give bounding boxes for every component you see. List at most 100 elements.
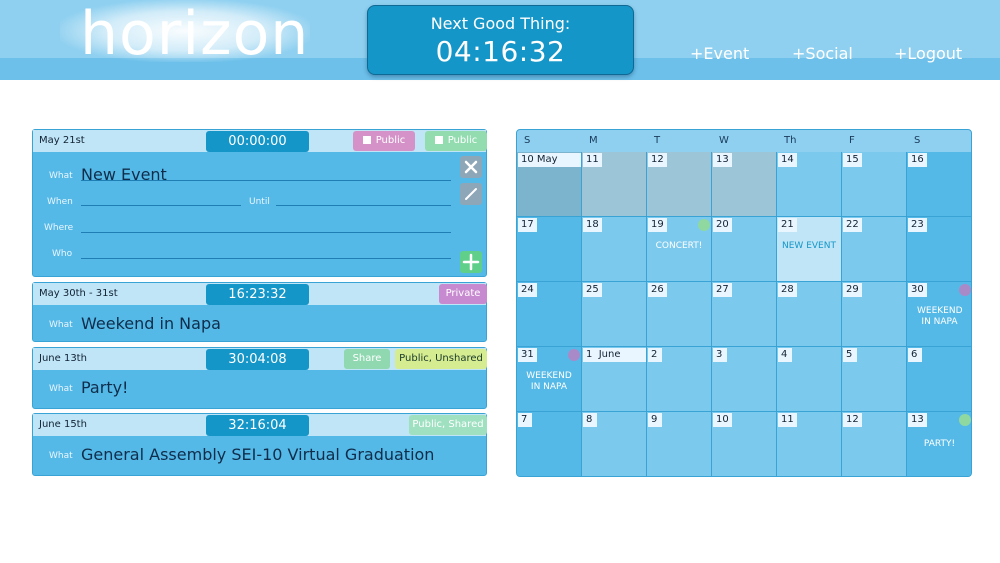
calendar-day[interactable]: 23 — [907, 217, 971, 282]
app-logo: horizon — [80, 0, 310, 56]
where-input[interactable] — [81, 232, 451, 233]
calendar-day[interactable]: 13 — [712, 152, 777, 217]
close-icon[interactable] — [460, 156, 482, 178]
calendar-day[interactable]: 1 June — [582, 347, 647, 412]
calendar-day[interactable]: 11 — [777, 412, 842, 476]
calendar-day[interactable]: 6 — [907, 347, 971, 412]
event-card[interactable]: June 13th 30:04:08 Share Public, Unshare… — [32, 347, 487, 409]
who-input[interactable] — [81, 258, 451, 259]
event-date: June 13th — [39, 353, 87, 364]
calendar-day[interactable]: 12 — [842, 412, 907, 476]
calendar-event[interactable]: CONCERT! — [647, 241, 711, 252]
calendar-day[interactable]: 12 — [647, 152, 712, 217]
day-number: 26 — [648, 283, 667, 297]
checkbox-icon[interactable] — [434, 136, 443, 144]
calendar-day[interactable]: 29 — [842, 282, 907, 347]
private-tag[interactable]: Private — [439, 284, 487, 304]
day-number: 17 — [518, 218, 537, 232]
day-number: 12 — [843, 413, 862, 427]
calendar-day-selected[interactable]: 21 NEW EVENT — [777, 217, 842, 282]
calendar-day[interactable]: 28 — [777, 282, 842, 347]
calendar-day[interactable]: 20 — [712, 217, 777, 282]
app-header: horizon Next Good Thing: 04:16:32 +Event… — [0, 0, 1000, 80]
day-number: 27 — [713, 283, 732, 297]
calendar-event[interactable]: NEW EVENT — [777, 241, 841, 252]
visibility-tag[interactable]: Public, Shared — [409, 415, 487, 435]
nav-add-social[interactable]: +Social — [792, 44, 853, 63]
day-number: 22 — [843, 218, 862, 232]
event-dot-icon — [959, 284, 971, 296]
calendar-day[interactable]: 30 WEEKEND IN NAPA — [907, 282, 971, 347]
calendar-day[interactable]: 16 — [907, 152, 971, 217]
day-number: 10 May — [518, 153, 581, 167]
calendar-day[interactable]: 13 PARTY! — [907, 412, 971, 476]
until-label: Until — [249, 197, 270, 207]
calendar-day[interactable]: 18 — [582, 217, 647, 282]
calendar-day[interactable]: 2 — [647, 347, 712, 412]
calendar-day[interactable]: 5 — [842, 347, 907, 412]
public-toggle-1[interactable]: Public — [353, 131, 415, 151]
public-toggle-2[interactable]: Public — [425, 131, 487, 151]
calendar-day[interactable]: 3 — [712, 347, 777, 412]
calendar-day[interactable]: 8 — [582, 412, 647, 476]
event-card[interactable]: June 15th 32:16:04 Public, Shared What G… — [32, 413, 487, 476]
day-number: 23 — [908, 218, 927, 232]
dow-sat: S — [907, 130, 971, 152]
checkbox-icon[interactable] — [362, 136, 371, 144]
visibility-tag[interactable]: Public, Unshared — [395, 349, 487, 369]
event-title: Party! — [81, 378, 129, 397]
dow-wed: W — [712, 130, 777, 152]
event-countdown: 00:00:00 — [206, 131, 309, 152]
share-button[interactable]: Share — [344, 349, 390, 369]
event-dot-icon — [959, 414, 971, 426]
day-number: 7 — [518, 413, 532, 427]
plus-icon[interactable] — [460, 251, 482, 273]
next-good-thing-countdown: 04:16:32 — [435, 35, 566, 68]
calendar-event[interactable]: PARTY! — [907, 439, 971, 450]
day-number: 6 — [908, 348, 922, 362]
what-label: What — [49, 451, 73, 461]
calendar-day[interactable]: 22 — [842, 217, 907, 282]
nav-logout[interactable]: +Logout — [894, 44, 962, 63]
until-input[interactable] — [276, 205, 451, 206]
edit-icon[interactable] — [460, 183, 482, 205]
event-date: June 15th — [39, 419, 87, 430]
calendar-day[interactable]: 11 — [582, 152, 647, 217]
day-number: 2 — [648, 348, 662, 362]
what-input[interactable]: New Event — [81, 165, 167, 184]
event-card[interactable]: May 30th - 31st 16:23:32 Private What We… — [32, 282, 487, 342]
what-label: What — [49, 384, 73, 394]
dow-mon: M — [582, 130, 647, 152]
day-number: 3 — [713, 348, 727, 362]
calendar-day[interactable]: 26 — [647, 282, 712, 347]
tag-label: Public — [447, 135, 478, 146]
day-number: 13 — [713, 153, 732, 167]
calendar-day[interactable]: 27 — [712, 282, 777, 347]
calendar-day[interactable]: 10 — [712, 412, 777, 476]
calendar-day[interactable]: 7 — [517, 412, 582, 476]
calendar-day[interactable]: 25 — [582, 282, 647, 347]
calendar-day[interactable]: 31 WEEKEND IN NAPA — [517, 347, 582, 412]
day-number: 31 — [518, 348, 537, 362]
calendar-day[interactable]: 4 — [777, 347, 842, 412]
day-number: 10 — [713, 413, 732, 427]
calendar-day[interactable]: 24 — [517, 282, 582, 347]
calendar-day[interactable]: 9 — [647, 412, 712, 476]
event-card-new[interactable]: May 21st 00:00:00 Public Public What New… — [32, 129, 487, 277]
calendar-day[interactable]: 14 — [777, 152, 842, 217]
calendar-event[interactable]: WEEKEND IN NAPA — [907, 306, 971, 328]
who-label: Who — [52, 249, 73, 259]
calendar-day[interactable]: 17 — [517, 217, 582, 282]
pencil-icon — [465, 188, 477, 200]
calendar-day[interactable]: 10 May — [517, 152, 582, 217]
nav-add-event[interactable]: +Event — [690, 44, 749, 63]
day-number: 16 — [908, 153, 927, 167]
event-dot-icon — [698, 219, 710, 231]
close-icon-glyph — [464, 160, 478, 174]
calendar-day[interactable]: 19 CONCERT! — [647, 217, 712, 282]
calendar-day[interactable]: 15 — [842, 152, 907, 217]
day-number: 11 — [778, 413, 797, 427]
calendar-event[interactable]: WEEKEND IN NAPA — [517, 371, 581, 393]
day-number: 14 — [778, 153, 797, 167]
when-input[interactable] — [81, 205, 241, 206]
